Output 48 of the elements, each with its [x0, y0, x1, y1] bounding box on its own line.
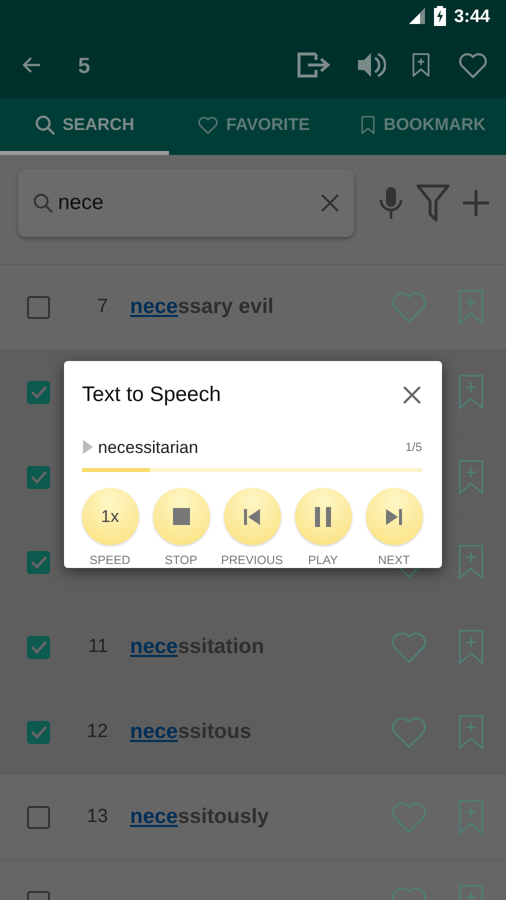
entry-word[interactable]: necessary evil: [130, 291, 388, 323]
entry-number: 12: [86, 720, 109, 744]
next-button[interactable]: [366, 488, 422, 545]
search-input[interactable]: nece: [56, 186, 286, 220]
close-icon[interactable]: [402, 384, 422, 405]
stop-label: STOP: [164, 552, 198, 569]
skip-previous-icon: [243, 508, 261, 526]
checkbox[interactable]: [27, 806, 50, 828]
selected-count: 5: [78, 52, 90, 80]
entry-number: 7: [96, 294, 109, 319]
checkbox[interactable]: [27, 466, 50, 488]
current-word: necessitarian: [98, 436, 200, 458]
stop-icon: [172, 508, 190, 525]
tab[interactable]: BOOKMARK: [337, 98, 506, 155]
previous-label: PREVIOUS: [220, 552, 283, 569]
pause-button[interactable]: [294, 488, 352, 545]
clear-icon[interactable]: [320, 193, 340, 213]
stop-button[interactable]: [152, 488, 210, 545]
previous-button[interactable]: [224, 488, 280, 545]
pause-icon: [314, 506, 332, 526]
entry-number: 13: [86, 804, 109, 829]
checkbox[interactable]: [27, 296, 50, 318]
tab[interactable]: FAVORITE: [168, 98, 338, 155]
speaker-icon[interactable]: [356, 50, 386, 80]
search-field[interactable]: nece: [18, 169, 354, 237]
add-icon[interactable]: [462, 189, 490, 217]
entry-word[interactable]: necessitously: [130, 801, 388, 833]
checkbox[interactable]: [27, 550, 50, 574]
signal-icon: [408, 7, 426, 25]
speed-label: SPEED: [90, 552, 130, 569]
checkbox[interactable]: [27, 636, 50, 658]
skip-next-icon: [385, 508, 403, 526]
battery-charging-icon: [434, 6, 446, 26]
checkbox[interactable]: [27, 720, 50, 744]
checkbox[interactable]: [27, 380, 50, 404]
search-icon: [32, 192, 54, 214]
play-marker-icon: [82, 440, 94, 454]
pause-label: PLAY: [308, 552, 338, 569]
speed-button[interactable]: 1x: [82, 488, 138, 545]
search-icon: [34, 114, 56, 136]
dialog-title: Text to Speech: [82, 382, 221, 408]
entry-number: 11: [87, 634, 109, 659]
filter-icon[interactable]: [416, 184, 450, 222]
microphone-icon[interactable]: [378, 186, 404, 220]
next-label: NEXT: [378, 552, 410, 569]
word-counter: 1/5: [405, 439, 422, 456]
status-time: 3:44: [454, 4, 490, 28]
tab[interactable]: SEARCH: [0, 98, 169, 155]
